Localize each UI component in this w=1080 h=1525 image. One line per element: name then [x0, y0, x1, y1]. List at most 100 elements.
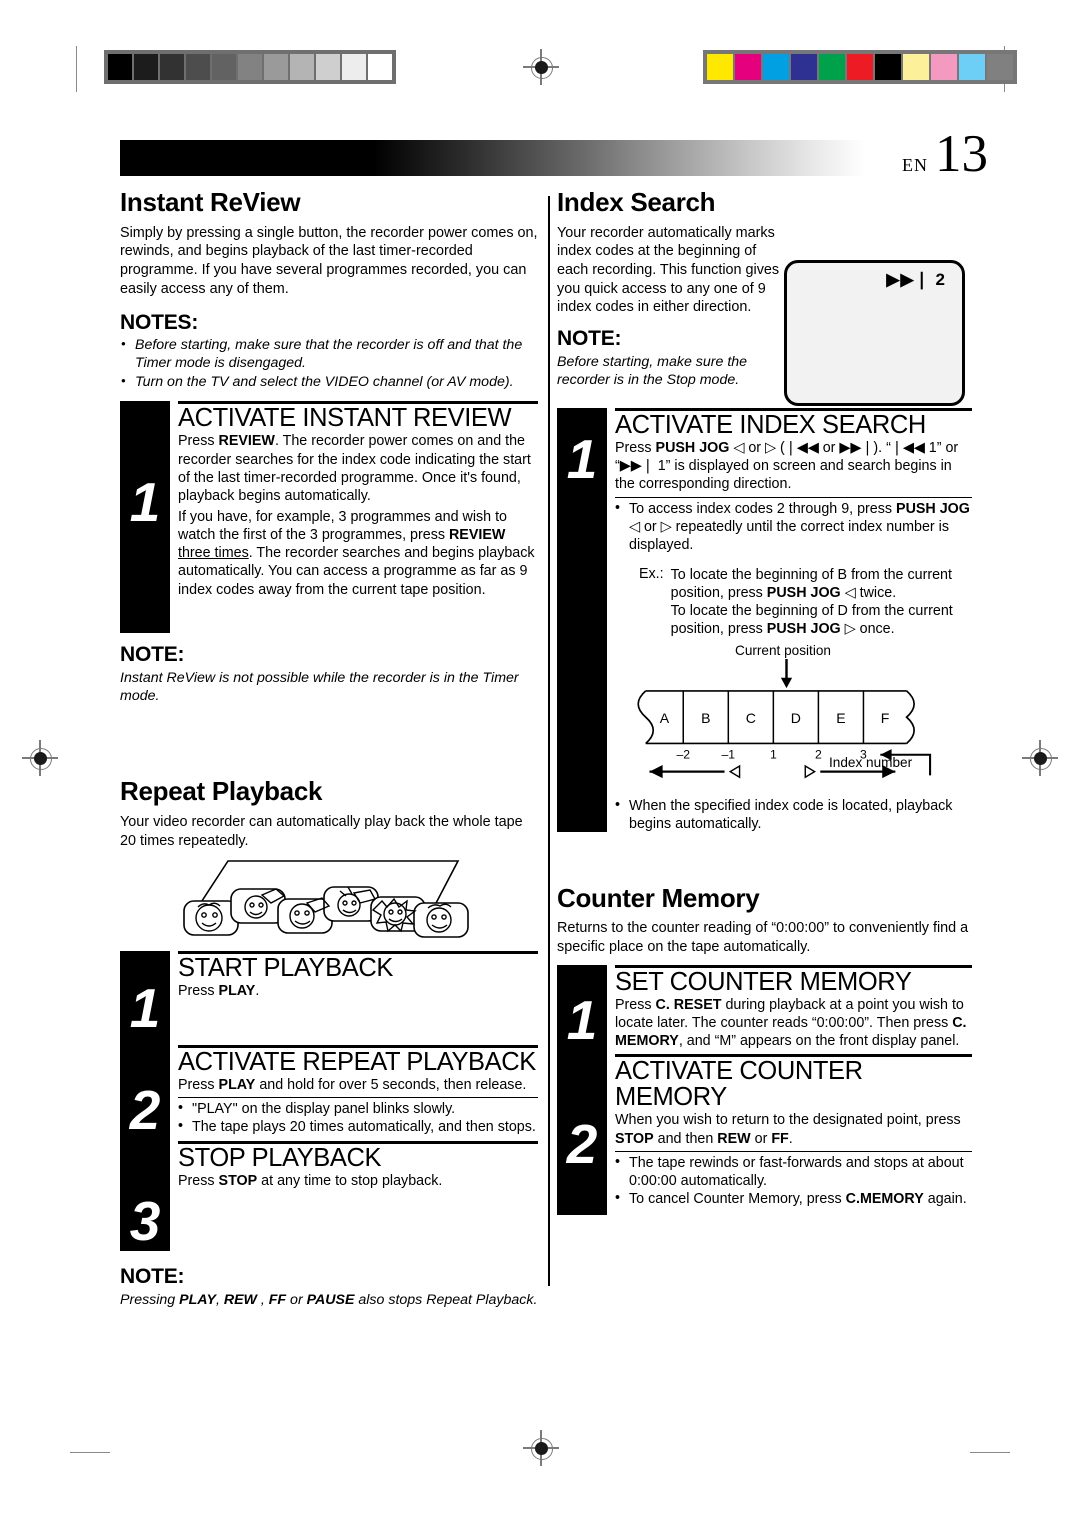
grayscale-calibration-strip: [104, 50, 396, 84]
step-title: ACTIVATE INDEX SEARCH: [615, 410, 926, 439]
page-title-index-search: Index Search: [557, 187, 716, 217]
step-title: ACTIVATE REPEAT PLAYBACK: [178, 1047, 536, 1076]
tape-segment-label: C: [746, 710, 756, 726]
color-patch-6: [874, 53, 902, 81]
step-text: Press PLAY and hold for over 5 seconds, …: [178, 1076, 527, 1093]
page-folio: EN 13: [902, 125, 988, 183]
step-text: Press PUSH JOG ◁ or ▷ (❘◀◀ or ▶▶❘). “❘◀◀…: [615, 439, 959, 493]
column-divider: [548, 196, 550, 1286]
gray-patch-3: [185, 53, 211, 81]
gray-patch-8: [315, 53, 341, 81]
page-title-instant-review: Instant ReView: [120, 187, 301, 217]
crop-tick-bottom-right: [970, 1452, 1010, 1453]
gray-patch-2: [159, 53, 185, 81]
step-title: SET COUNTER MEMORY: [615, 967, 912, 996]
index-search-steps: 1 ACTIVATE INDEX SEARCH Press PUSH JOG ◁…: [557, 407, 972, 834]
tape-segment-label: A: [660, 710, 670, 726]
instant-review-notes-list: Before starting, make sure that the reco…: [120, 336, 538, 392]
manual-page: EN 13 Instant ReView Simply by pressing …: [0, 0, 1080, 1525]
registration-mark-bottom: [523, 1430, 559, 1466]
gray-patch-5: [237, 53, 263, 81]
index-search-note-heading: NOTE:: [557, 327, 622, 351]
list-item: Before starting, make sure that the reco…: [120, 336, 538, 373]
example-line-2: To locate the beginning of D from the cu…: [670, 603, 953, 638]
step-text: When you wish to return to the designate…: [615, 1112, 961, 1147]
step-text: Press C. RESET during playback at a poin…: [615, 996, 967, 1050]
instant-review-note-heading: NOTE:: [120, 643, 185, 667]
tape-segment-label: D: [791, 710, 801, 726]
step-activate-repeat-playback: ACTIVATE REPEAT PLAYBACK Press PLAY and …: [178, 1044, 538, 1137]
color-patch-4: [818, 53, 846, 81]
step-number: 2: [129, 1078, 161, 1141]
step-activate-counter-memory: ACTIVATE COUNTER MEMORY When you wish to…: [615, 1053, 972, 1209]
list-item: To cancel Counter Memory, press C.MEMORY…: [615, 1189, 972, 1208]
crop-tick-left: [76, 46, 77, 92]
index-search-tape-diagram: Current position Index number A B C D E …: [615, 643, 972, 783]
step-number: 1: [129, 471, 161, 534]
step-substep-notes: To access index codes 2 through 9, press…: [615, 496, 972, 834]
step-number: 1: [566, 988, 598, 1051]
color-patch-3: [790, 53, 818, 81]
step-number: 3: [129, 1189, 161, 1252]
tape-index-label: 3: [860, 747, 867, 761]
cartoon-tv-frames-icon: [183, 859, 469, 938]
diagram-current-position-label: Current position: [735, 642, 831, 658]
list-item: The tape rewinds or fast-forwards and st…: [615, 1153, 972, 1191]
color-patch-5: [846, 53, 874, 81]
gray-patch-7: [289, 53, 315, 81]
counter-memory-steps: 1 2 SET COUNTER MEMORY Press C. RESET du…: [557, 964, 972, 1215]
counter-memory-intro: Returns to the counter reading of “0:00:…: [557, 920, 969, 955]
index-search-intro: Your recorder automatically marks index …: [557, 224, 780, 316]
gray-patch-6: [263, 53, 289, 81]
index-search-note-text: Before starting, make sure the recorder …: [557, 354, 748, 389]
instant-review-note-text: Instant ReView is not possible while the…: [120, 670, 519, 705]
folio-language-code: EN: [902, 150, 928, 177]
step-title: ACTIVATE INSTANT REVIEW: [178, 404, 512, 433]
instant-review-notes-heading: NOTES:: [120, 311, 199, 335]
gray-patch-10: [367, 53, 393, 81]
step-text: Press PLAY.: [178, 982, 260, 999]
fast-forward-index-indicator-icon: ▶▶❘ 2: [886, 269, 946, 289]
repeat-playback-intro: Your video recorder can automatically pl…: [120, 814, 523, 849]
step-activate-index-search: ACTIVATE INDEX SEARCH Press PUSH JOG ◁ o…: [615, 407, 972, 834]
color-patch-9: [958, 53, 986, 81]
tape-segments-icon: A B C D E F –2 –1 1 2 3: [637, 658, 932, 779]
list-item: Turn on the TV and select the VIDEO chan…: [120, 373, 538, 392]
step-stop-playback: STOP PLAYBACK Press STOP at any time to …: [178, 1140, 538, 1191]
color-patch-10: [986, 53, 1014, 81]
list-item: To access index codes 2 through 9, press…: [615, 499, 972, 555]
step-title: ACTIVATE COUNTER MEMORY: [615, 1056, 863, 1111]
step-substep-notes: "PLAY" on the display panel blinks slowl…: [178, 1097, 538, 1137]
example-label: Ex.:: [639, 565, 664, 582]
tape-index-label: 2: [815, 747, 822, 761]
instant-review-steps: 1 ACTIVATE INSTANT REVIEW Press REVIEW. …: [120, 401, 538, 634]
color-patch-1: [734, 53, 762, 81]
page-title-repeat-playback: Repeat Playback: [120, 776, 323, 807]
step-title: STOP PLAYBACK: [178, 1143, 382, 1172]
step-activate-instant-review: ACTIVATE INSTANT REVIEW Press REVIEW. Th…: [178, 401, 538, 599]
gray-patch-9: [341, 53, 367, 81]
list-item: When the specified index code is located…: [615, 796, 972, 834]
tv-screen-figure: ▶▶❘ 2: [784, 259, 965, 406]
step-number: 1: [566, 427, 598, 490]
step-number: 1: [129, 976, 161, 1039]
color-patch-0: [706, 53, 734, 81]
folio-page-number: 13: [935, 125, 988, 183]
registration-mark-top: [523, 49, 559, 85]
instant-review-intro: Simply by pressing a single button, the …: [120, 224, 538, 297]
step-paragraph-2: If you have, for example, 3 programmes a…: [178, 508, 535, 598]
step-text: Press STOP at any time to stop playback.: [178, 1172, 443, 1189]
tape-index-label: –2: [676, 747, 690, 761]
gray-patch-4: [211, 53, 237, 81]
tape-index-label: –1: [722, 747, 736, 761]
index-search-example: Ex.: To locate the beginning of B from t…: [615, 566, 972, 639]
step-paragraph-1: Press REVIEW. The recorder power comes o…: [178, 433, 531, 505]
color-calibration-strip: [703, 50, 1017, 84]
step-substep-notes: The tape rewinds or fast-forwards and st…: [615, 1150, 972, 1209]
registration-mark-right: [1022, 740, 1058, 776]
tape-segment-label: B: [701, 710, 710, 726]
list-item: The tape plays 20 times automatically, a…: [178, 1117, 538, 1136]
crop-tick-bottom-left: [70, 1452, 110, 1453]
gray-patch-1: [133, 53, 159, 81]
example-line-1: To locate the beginning of B from the cu…: [670, 566, 952, 601]
